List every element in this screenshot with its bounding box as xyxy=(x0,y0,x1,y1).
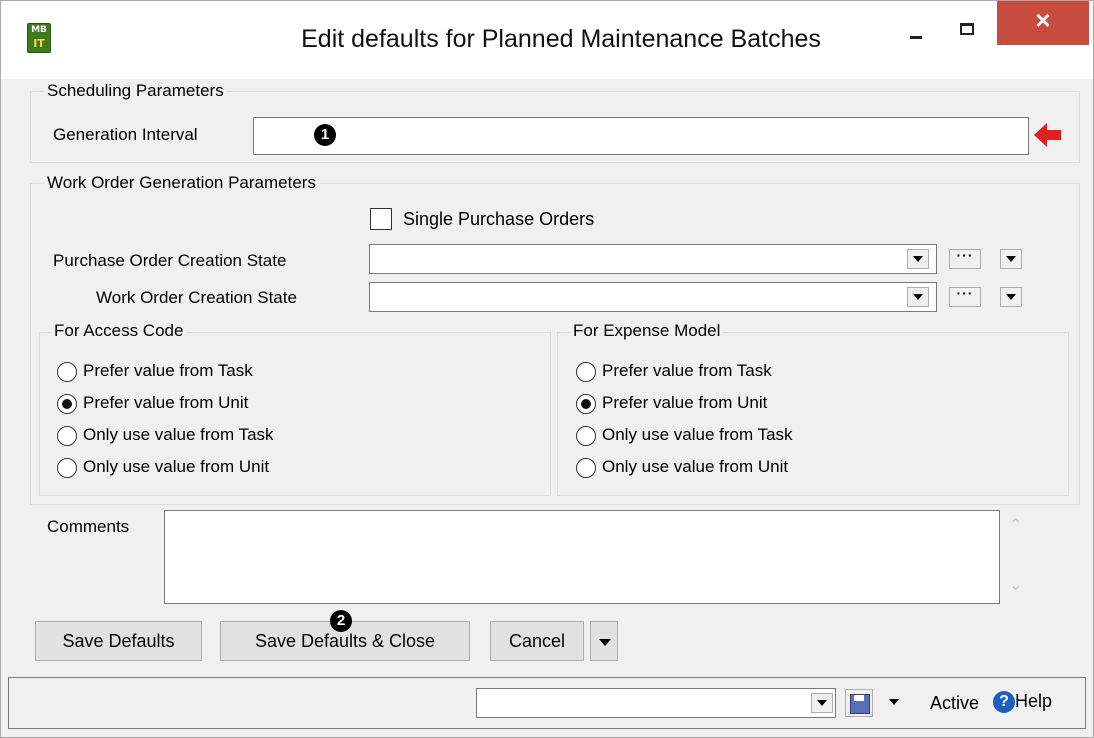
marker-1: 1 xyxy=(314,124,336,146)
purchase-order-state-dropdown-button[interactable] xyxy=(907,249,929,269)
work-order-creation-state-label: Work Order Creation State xyxy=(96,288,297,307)
radio-label: Only use value from Task xyxy=(83,425,274,444)
expense-model-legend: For Expense Model xyxy=(570,321,724,341)
app-icon-line-2: IT xyxy=(33,37,45,50)
expense-model-option-unit[interactable]: Prefer value from Unit xyxy=(576,393,767,417)
radio-label: Only use value from Unit xyxy=(602,457,789,476)
generation-interval-input[interactable] xyxy=(253,117,1029,155)
dialog-window: MB IT Edit defaults for Planned Maintena… xyxy=(0,0,1094,738)
help-label: Help xyxy=(1015,691,1053,711)
work-order-state-dropdown-button[interactable] xyxy=(907,287,929,307)
comments-scroll-up-icon[interactable]: ⌃ xyxy=(1009,515,1022,535)
radio-button-selected[interactable] xyxy=(57,393,77,414)
work-order-creation-state-select[interactable] xyxy=(369,282,937,312)
title-bar: MB IT Edit defaults for Planned Maintena… xyxy=(1,1,1093,79)
save-icon[interactable] xyxy=(845,689,873,717)
purchase-order-creation-state-label: Purchase Order Creation State xyxy=(53,251,287,270)
save-dropdown-button[interactable] xyxy=(884,693,906,713)
status-text: Active xyxy=(930,693,980,713)
comments-textarea[interactable] xyxy=(164,510,1000,604)
single-purchase-orders-label[interactable]: Single Purchase Orders xyxy=(403,209,594,230)
window-title: Edit defaults for Planned Maintenance Ba… xyxy=(301,25,821,53)
work-order-generation-legend: Work Order Generation Parameters xyxy=(44,173,319,193)
single-purchase-orders-checkbox[interactable] xyxy=(370,208,392,230)
work-order-state-extra-dropdown[interactable] xyxy=(1000,287,1022,307)
radio-button[interactable] xyxy=(57,425,77,446)
marker-2: 2 xyxy=(330,610,352,632)
app-icon-line-1: MB xyxy=(31,25,47,35)
comments-scroll-down-icon[interactable]: ⌄ xyxy=(1009,575,1022,595)
red-arrow-left-icon xyxy=(1034,123,1061,147)
close-button[interactable]: × xyxy=(997,1,1089,45)
expense-model-option-task[interactable]: Prefer value from Task xyxy=(576,361,772,385)
help-button[interactable]: ? Help xyxy=(993,691,1053,714)
radio-label: Only use value from Task xyxy=(602,425,793,444)
help-icon: ? xyxy=(993,691,1015,714)
access-code-legend: For Access Code xyxy=(51,321,187,341)
access-code-option-task[interactable]: Prefer value from Task xyxy=(57,361,253,385)
status-dropdown[interactable] xyxy=(476,688,836,718)
radio-label: Prefer value from Task xyxy=(83,361,253,380)
work-order-state-ellipsis-button[interactable]: ··· xyxy=(949,286,981,307)
radio-label: Prefer value from Unit xyxy=(602,393,768,412)
save-defaults-button[interactable]: Save Defaults xyxy=(35,621,202,661)
comments-label: Comments xyxy=(47,517,130,536)
status-dropdown-button[interactable] xyxy=(811,693,833,713)
radio-button[interactable] xyxy=(576,457,596,478)
access-code-option-unit[interactable]: Prefer value from Unit xyxy=(57,393,248,417)
access-code-option-only-unit[interactable]: Only use value from Unit xyxy=(57,457,269,481)
radio-button[interactable] xyxy=(576,425,596,446)
status-bar: Active ? Help xyxy=(8,677,1086,729)
radio-button[interactable] xyxy=(57,457,77,478)
radio-button-selected[interactable] xyxy=(576,393,596,414)
purchase-order-state-ellipsis-button[interactable]: ··· xyxy=(949,248,981,269)
expense-model-option-only-unit[interactable]: Only use value from Unit xyxy=(576,457,788,481)
radio-label: Prefer value from Task xyxy=(602,361,772,380)
generation-interval-label: Generation Interval xyxy=(53,125,198,144)
minimize-button[interactable] xyxy=(893,1,939,45)
radio-label: Prefer value from Unit xyxy=(83,393,249,412)
purchase-order-creation-state-select[interactable] xyxy=(369,244,937,274)
close-icon: × xyxy=(1035,5,1051,35)
scheduling-parameters-legend: Scheduling Parameters xyxy=(44,81,227,101)
maximize-button[interactable] xyxy=(945,1,991,45)
app-icon: MB IT xyxy=(27,23,51,53)
radio-button[interactable] xyxy=(576,361,596,382)
expense-model-option-only-task[interactable]: Only use value from Task xyxy=(576,425,793,449)
radio-button[interactable] xyxy=(57,361,77,382)
purchase-order-state-extra-dropdown[interactable] xyxy=(1000,249,1022,269)
cancel-button[interactable]: Cancel xyxy=(490,621,584,661)
radio-label: Only use value from Unit xyxy=(83,457,270,476)
cancel-dropdown-button[interactable] xyxy=(590,621,618,661)
chevron-down-icon xyxy=(599,639,611,646)
access-code-option-only-task[interactable]: Only use value from Task xyxy=(57,425,274,449)
